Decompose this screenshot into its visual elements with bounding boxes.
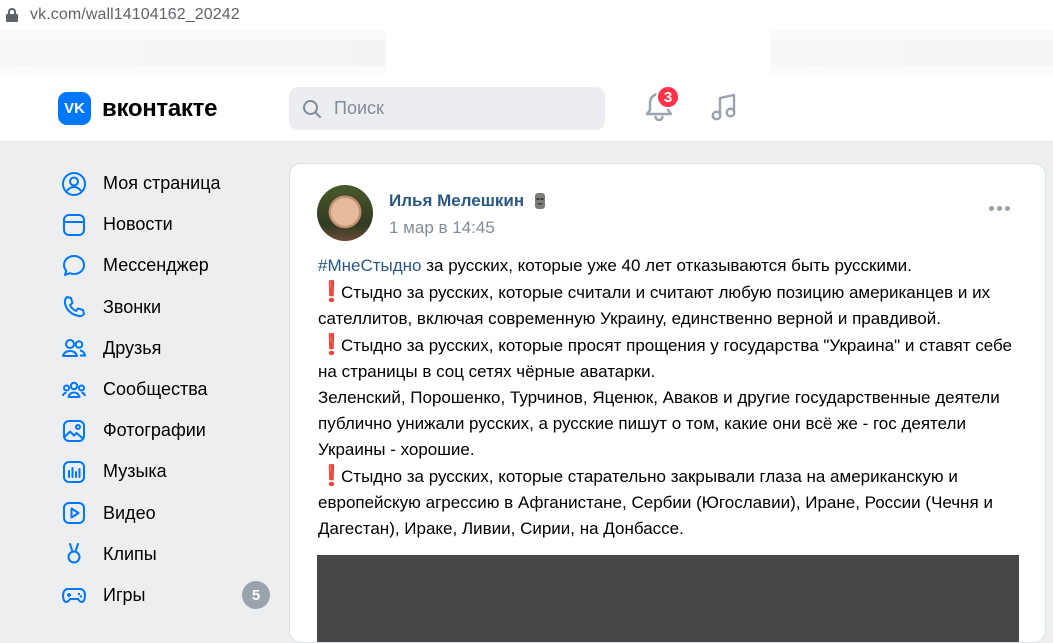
photo-icon — [60, 417, 88, 445]
hashtag-link[interactable]: #МнеСтыдно — [318, 256, 422, 275]
exclamation-icon: ❗ — [316, 465, 347, 487]
post-date[interactable]: 1 мар в 14:45 — [389, 218, 495, 238]
vk-logo[interactable]: VK вконтакте — [58, 92, 217, 125]
chat-bubble-icon — [60, 252, 88, 280]
sidebar-item-label: Музыка — [103, 461, 167, 482]
sidebar-item-label: Сообщества — [103, 379, 208, 400]
post-media-attachment[interactable] — [317, 555, 1019, 642]
sidebar-item-video[interactable]: Видео — [60, 493, 275, 534]
author-avatar[interactable] — [317, 185, 373, 241]
post-paragraph-2: ❗Стыдно за русских, которые считали и сч… — [316, 279, 1030, 332]
sidebar-item-clips[interactable]: Клипы — [60, 534, 275, 575]
sidebar-item-music[interactable]: Музыка — [60, 451, 275, 492]
communities-icon — [60, 376, 88, 404]
moai-emoji-icon — [535, 193, 546, 209]
redacted-area — [385, 30, 770, 75]
exclamation-icon: ❗ — [316, 334, 347, 356]
games-count-badge: 5 — [242, 581, 270, 610]
post-paragraph-5: ❗Стыдно за русских, которые старательно … — [316, 463, 1030, 542]
post-paragraph-3: ❗Стыдно за русских, которые просят проще… — [316, 332, 1030, 385]
post-paragraph-5-text: Стыдно за русских, которые старательно з… — [318, 467, 993, 538]
url-text[interactable]: vk.com/wall14104162_20242 — [30, 6, 240, 24]
video-icon — [60, 499, 88, 527]
post-paragraph-3-text: Стыдно за русских, которые просят прощен… — [318, 336, 1012, 381]
site-header: VK вконтакте 3 — [0, 75, 1053, 142]
post-paragraph-4: Зеленский, Порошенко, Турчинов, Яценюк, … — [318, 388, 1000, 459]
notifications-badge: 3 — [656, 85, 680, 109]
sidebar-item-label: Видео — [103, 502, 156, 523]
author-name[interactable]: Илья Мелешкин — [389, 191, 524, 211]
sidebar-item-calls[interactable]: Звонки — [60, 287, 275, 328]
sidebar-item-friends[interactable]: Друзья — [60, 328, 275, 369]
sidebar-item-news[interactable]: Новости — [60, 204, 275, 245]
sidebar-item-label: Фотографии — [103, 420, 206, 441]
sidebar-item-label: Моя страница — [103, 173, 221, 194]
post-line-1-text: за русских, которые уже 40 лет отказываю… — [421, 256, 912, 275]
search-input[interactable] — [334, 98, 574, 119]
post-paragraph-2-text: Стыдно за русских, которые считали и счи… — [318, 283, 991, 328]
sidebar-item-label: Игры — [103, 584, 146, 605]
left-sidebar: Моя страница Новости Мессенджер Звонки Д… — [60, 163, 275, 616]
browser-address-bar[interactable]: vk.com/wall14104162_20242 — [0, 0, 1053, 30]
sidebar-item-my-page[interactable]: Моя страница — [60, 163, 275, 204]
logo-text: вконтакте — [102, 94, 218, 122]
music-note-icon[interactable] — [708, 91, 740, 123]
gamepad-icon — [60, 581, 88, 609]
clips-icon — [60, 540, 88, 568]
news-icon — [60, 211, 88, 239]
exclamation-icon: ❗ — [316, 281, 347, 303]
more-options-icon[interactable] — [989, 206, 1010, 211]
sidebar-item-label: Клипы — [103, 543, 157, 564]
post-text: #МнеСтыдно за русских, которые уже 40 ле… — [316, 253, 1030, 542]
music-chart-icon — [60, 458, 88, 486]
sidebar-item-label: Новости — [103, 214, 173, 235]
vk-logo-icon: VK — [58, 92, 91, 125]
friends-icon — [60, 334, 88, 362]
sidebar-item-photos[interactable]: Фотографии — [60, 410, 275, 451]
lock-icon[interactable] — [6, 8, 18, 22]
wall-post: Илья Мелешкин 1 мар в 14:45 #МнеСтыдно з… — [289, 163, 1046, 643]
sidebar-item-communities[interactable]: Сообщества — [60, 369, 275, 410]
user-circle-icon — [60, 170, 88, 198]
sidebar-item-label: Звонки — [103, 296, 162, 317]
bookmarks-bar — [0, 30, 1053, 75]
sidebar-item-messenger[interactable]: Мессенджер — [60, 245, 275, 286]
author-name-link[interactable]: Илья Мелешкин — [389, 191, 547, 211]
sidebar-item-label: Мессенджер — [103, 255, 209, 276]
sidebar-item-games[interactable]: Игры 5 — [60, 575, 275, 616]
search-icon — [303, 99, 321, 118]
post-line-1: #МнеСтыдно за русских, которые уже 40 ле… — [318, 253, 1030, 279]
phone-icon — [60, 293, 88, 321]
sidebar-item-label: Друзья — [103, 337, 162, 358]
search-box[interactable] — [289, 87, 605, 130]
